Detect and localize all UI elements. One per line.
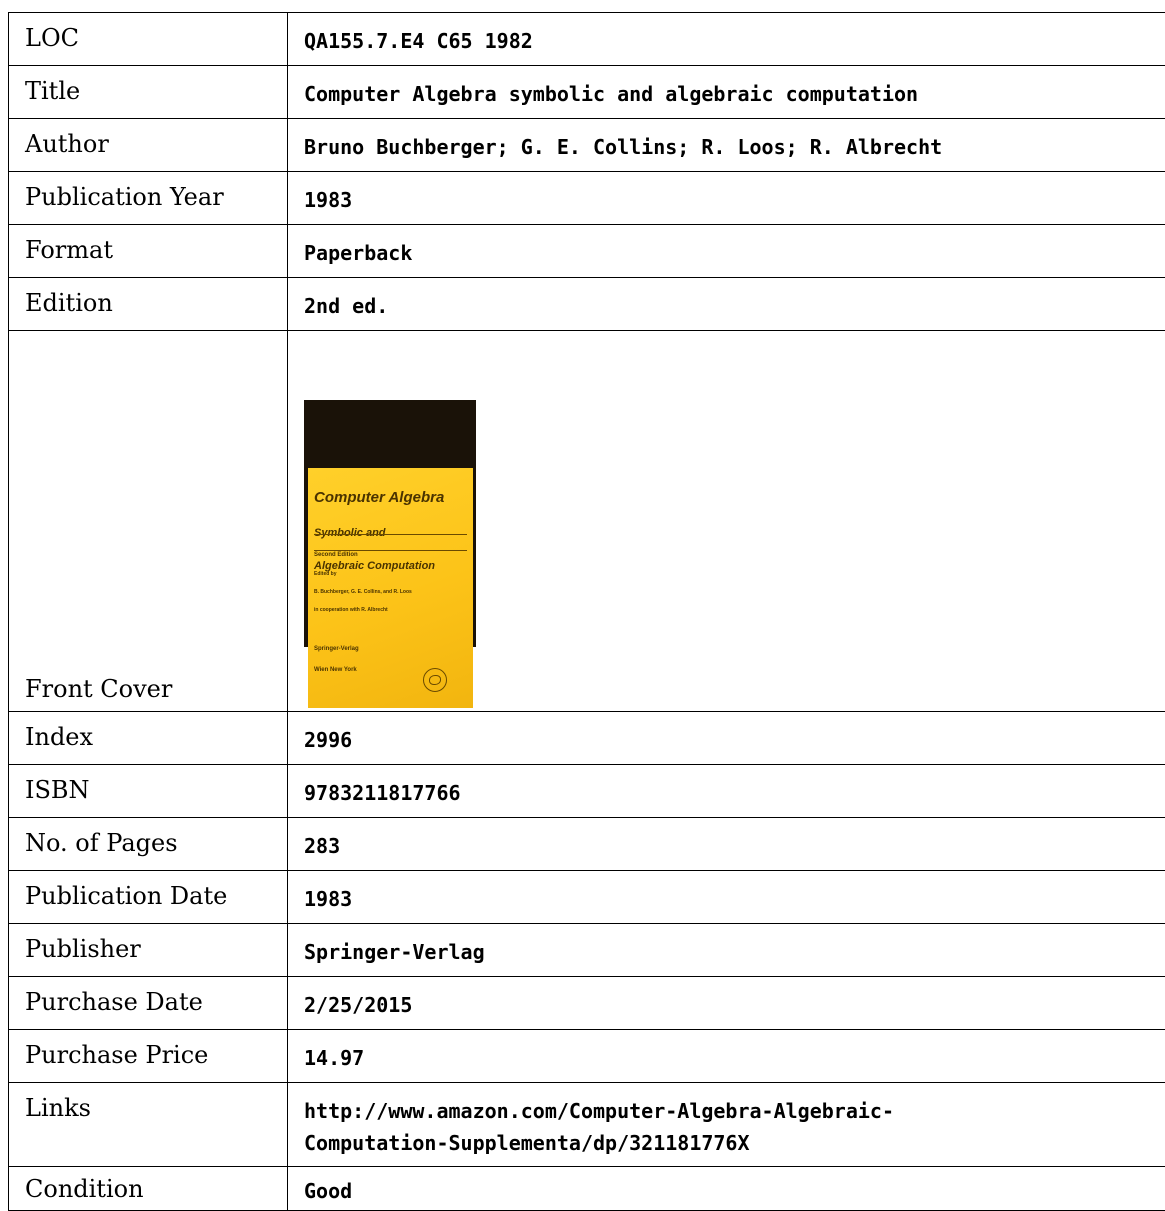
cover-publisher: Springer-Verlag Wien New York <box>314 632 359 688</box>
cover-title: Computer Algebra <box>314 490 444 505</box>
cover-publisher-line-2: Wien New York <box>314 667 359 674</box>
edition-label: Edition <box>9 278 288 331</box>
row-publication-date: Publication Date 1983 <box>9 871 1165 924</box>
row-format: Format Paperback <box>9 225 1165 278</box>
cover-rule-bottom <box>314 550 467 551</box>
purchase-price-label: Purchase Price <box>9 1030 288 1083</box>
isbn-value: 9783211817766 <box>288 765 1165 818</box>
row-publication-year: Publication Year 1983 <box>9 172 1165 225</box>
row-pages: No. of Pages 283 <box>9 818 1165 871</box>
row-condition: Condition Good <box>9 1167 1165 1211</box>
publication-year-value: 1983 <box>288 172 1165 225</box>
cover-rule-top <box>314 534 467 535</box>
row-title: Title Computer Algebra symbolic and alge… <box>9 66 1165 119</box>
purchase-date-label: Purchase Date <box>9 977 288 1030</box>
cover-edited-line-1: Edited by <box>314 571 464 577</box>
format-value: Paperback <box>288 225 1165 278</box>
index-value: 2996 <box>288 712 1165 765</box>
row-index: Index 2996 <box>9 712 1165 765</box>
purchase-date-value: 2/25/2015 <box>288 977 1165 1030</box>
title-label: Title <box>9 66 288 119</box>
loc-label: LOC <box>9 13 288 66</box>
pages-value: 283 <box>288 818 1165 871</box>
author-value: Bruno Buchberger; G. E. Collins; R. Loos… <box>288 119 1165 172</box>
cover-edited-line-3: in cooperation with R. Albrecht <box>314 607 464 613</box>
links-value[interactable]: http://www.amazon.com/Computer-Algebra-A… <box>288 1083 1165 1167</box>
cover-publisher-line-1: Springer-Verlag <box>314 646 359 653</box>
index-label: Index <box>9 712 288 765</box>
publication-year-label: Publication Year <box>9 172 288 225</box>
pages-label: No. of Pages <box>9 818 288 871</box>
row-purchase-date: Purchase Date 2/25/2015 <box>9 977 1165 1030</box>
format-label: Format <box>9 225 288 278</box>
row-purchase-price: Purchase Price 14.97 <box>9 1030 1165 1083</box>
publication-date-value: 1983 <box>288 871 1165 924</box>
front-cover-image: Computer Algebra Symbolic and Algebraic … <box>304 400 476 647</box>
row-edition: Edition 2nd ed. <box>9 278 1165 331</box>
cover-edited-line-2: B. Buchberger, G. E. Collins, and R. Loo… <box>314 589 464 595</box>
springer-logo-icon <box>423 668 447 692</box>
publication-date-label: Publication Date <box>9 871 288 924</box>
front-cover-cell: Computer Algebra Symbolic and Algebraic … <box>288 331 1165 712</box>
publisher-value: Springer-Verlag <box>288 924 1165 977</box>
author-label: Author <box>9 119 288 172</box>
links-label: Links <box>9 1083 288 1167</box>
cover-face: Computer Algebra Symbolic and Algebraic … <box>308 468 473 708</box>
publisher-label: Publisher <box>9 924 288 977</box>
isbn-label: ISBN <box>9 765 288 818</box>
front-cover-label: Front Cover <box>9 331 288 712</box>
row-front-cover: Front Cover Computer Algebra Symbolic an… <box>9 331 1165 712</box>
condition-value: Good <box>288 1167 1165 1211</box>
cover-editors: Edited by B. Buchberger, G. E. Collins, … <box>314 559 464 625</box>
title-value: Computer Algebra symbolic and algebraic … <box>288 66 1165 119</box>
row-links: Links http://www.amazon.com/Computer-Alg… <box>9 1083 1165 1167</box>
row-publisher: Publisher Springer-Verlag <box>9 924 1165 977</box>
condition-label: Condition <box>9 1167 288 1211</box>
purchase-price-value: 14.97 <box>288 1030 1165 1083</box>
loc-value: QA155.7.E4 C65 1982 <box>288 13 1165 66</box>
row-loc: LOC QA155.7.E4 C65 1982 <box>9 13 1165 66</box>
row-author: Author Bruno Buchberger; G. E. Collins; … <box>9 119 1165 172</box>
edition-value: 2nd ed. <box>288 278 1165 331</box>
book-record-table: LOC QA155.7.E4 C65 1982 Title Computer A… <box>8 12 1165 1211</box>
row-isbn: ISBN 9783211817766 <box>9 765 1165 818</box>
